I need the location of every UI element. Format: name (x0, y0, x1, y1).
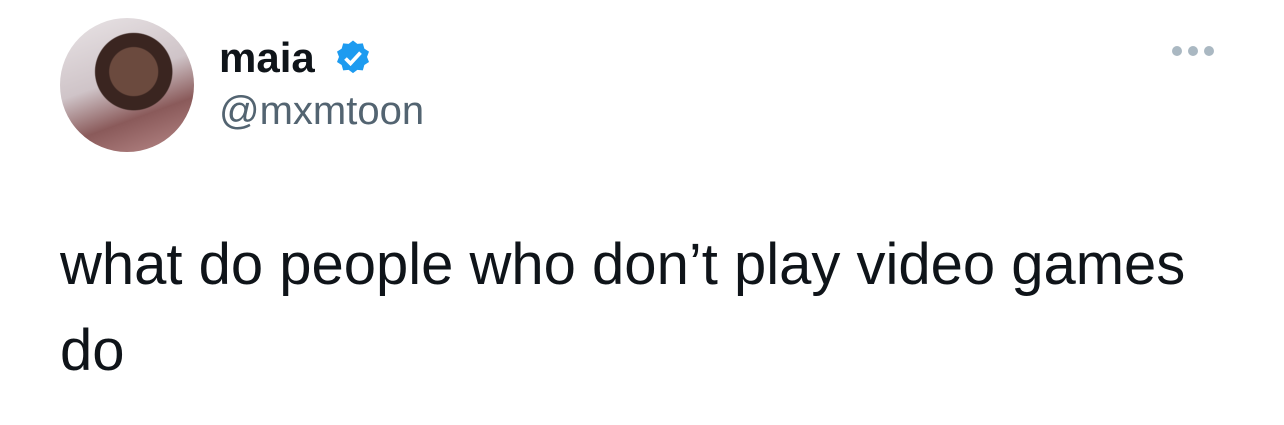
author-name[interactable]: maia (219, 34, 315, 82)
tweet-text: what do people who don’t play video game… (60, 232, 1186, 383)
avatar[interactable] (60, 18, 194, 152)
author-handle[interactable]: @mxmtoon (219, 89, 424, 134)
more-horizontal-icon[interactable] (1172, 46, 1214, 56)
verified-badge-icon (337, 40, 369, 74)
